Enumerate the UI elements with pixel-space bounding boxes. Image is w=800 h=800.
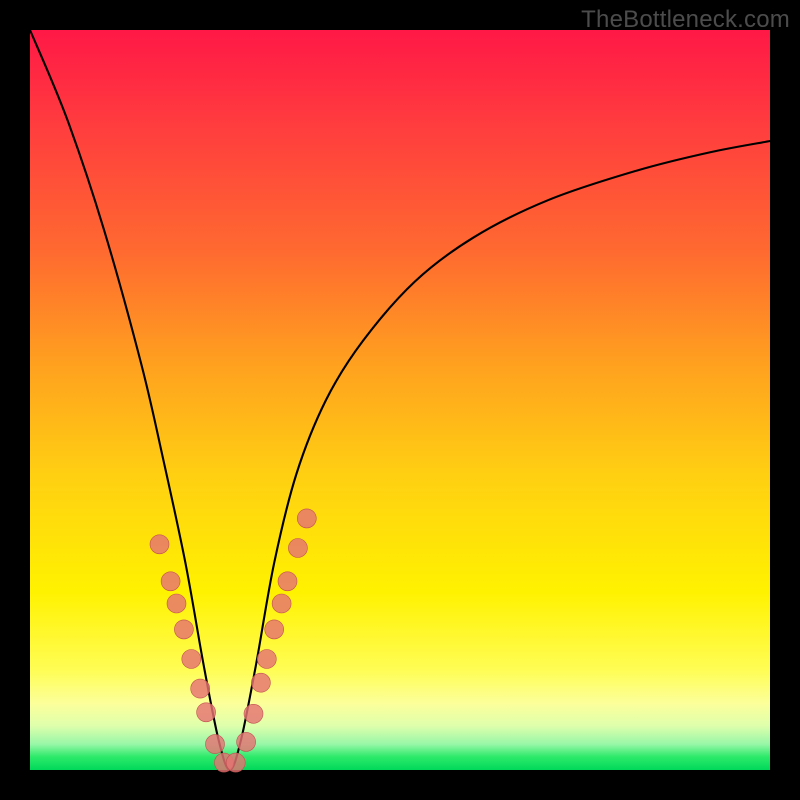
bead [167, 594, 186, 613]
bead [297, 509, 316, 528]
bead [257, 650, 276, 669]
bead [191, 679, 210, 698]
bead [265, 620, 284, 639]
plot-area [30, 30, 770, 770]
bottleneck-curve [30, 30, 770, 770]
sample-beads [150, 509, 316, 772]
curve-layer [30, 30, 770, 770]
bead [244, 704, 263, 723]
bead [288, 539, 307, 558]
bead [251, 673, 270, 692]
bead [206, 735, 225, 754]
bead [226, 753, 245, 772]
chart-frame: TheBottleneck.com [0, 0, 800, 800]
bead [150, 535, 169, 554]
bead [174, 620, 193, 639]
bead [237, 732, 256, 751]
bead [278, 572, 297, 591]
bead [272, 594, 291, 613]
bead [197, 703, 216, 722]
bead [161, 572, 180, 591]
bead [182, 650, 201, 669]
